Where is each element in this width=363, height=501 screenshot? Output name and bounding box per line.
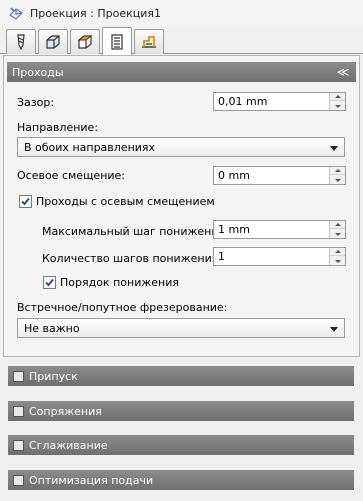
passes-panel: Проходы ≪ Зазор: 0,01 mm Направление: В …	[3, 55, 360, 357]
spin-up-icon[interactable]	[330, 167, 345, 175]
stepdown-count-value[interactable]: 1	[218, 250, 225, 263]
passes-section-title: Проходы	[12, 65, 64, 79]
spin-down-icon[interactable]	[330, 257, 345, 265]
stepdown-order-checkbox[interactable]	[43, 276, 56, 289]
axial-passes-label[interactable]: Проходы с осевым смещением	[36, 195, 215, 208]
axial-passes-checkbox[interactable]	[19, 195, 32, 208]
feed-optimization-section-title: Оптимизация подачи	[29, 473, 154, 487]
tab-links[interactable]	[134, 29, 164, 54]
stepdown-count-spin-arrows[interactable]	[329, 248, 345, 265]
axial-offset-spin-arrows[interactable]	[329, 167, 345, 184]
allowance-section-header[interactable]: Припуск	[8, 366, 354, 386]
tab-boundary[interactable]	[70, 29, 100, 54]
max-stepdown-spinbox[interactable]: 1 mm	[213, 220, 346, 239]
spin-up-icon[interactable]	[330, 221, 345, 229]
direction-label: Направление:	[17, 121, 99, 134]
axial-offset-spinbox[interactable]: 0 mm	[213, 166, 346, 185]
smoothing-section-checkbox[interactable]	[13, 439, 24, 451]
dropdown-arrow-icon	[330, 327, 338, 332]
axial-offset-label: Осевое смещение:	[17, 169, 126, 182]
title-bar: Проекция : Проекция1	[0, 0, 363, 26]
max-stepdown-value[interactable]: 1 mm	[218, 223, 250, 236]
window-title: Проекция : Проекция1	[30, 6, 161, 20]
gap-value[interactable]: 0,01 mm	[218, 95, 267, 108]
smoothing-section-title: Сглаживание	[29, 438, 108, 452]
spin-down-icon[interactable]	[330, 102, 345, 110]
allowance-section-title: Припуск	[29, 369, 78, 383]
fillets-section-header[interactable]: Сопряжения	[8, 401, 354, 421]
tab-parameters[interactable]	[102, 27, 132, 55]
tab-bar	[0, 26, 363, 55]
fillets-section-title: Сопряжения	[29, 404, 102, 418]
allowance-section-checkbox[interactable]	[13, 370, 24, 382]
milling-label: Встречное/попутное фрезерование:	[17, 301, 228, 314]
stepdown-count-label: Количество шагов понижения:	[42, 252, 223, 265]
spin-down-icon[interactable]	[330, 230, 345, 238]
direction-value: В обоих направлениях	[24, 141, 156, 154]
checkmark-icon	[21, 197, 30, 206]
max-stepdown-label: Максимальный шаг понижения:	[42, 225, 229, 238]
tool-icon	[17, 34, 25, 51]
parameters-icon	[111, 33, 123, 50]
axial-offset-value[interactable]: 0 mm	[218, 169, 250, 182]
passes-section-header[interactable]: Проходы ≪	[7, 62, 356, 82]
smoothing-section-header[interactable]: Сглаживание	[8, 435, 354, 455]
milling-value: Не важно	[24, 322, 80, 335]
projection-operation-icon	[9, 7, 23, 20]
dropdown-arrow-icon	[330, 146, 338, 151]
gap-spinbox[interactable]: 0,01 mm	[213, 92, 346, 111]
collapse-chevron-icon[interactable]: ≪	[336, 65, 350, 79]
stepdown-count-spinbox[interactable]: 1	[213, 247, 346, 266]
feed-optimization-section-checkbox[interactable]	[13, 474, 24, 486]
max-stepdown-spin-arrows[interactable]	[329, 221, 345, 238]
gap-label: Зазор:	[17, 96, 55, 109]
gap-spin-arrows[interactable]	[329, 93, 345, 110]
fillets-section-checkbox[interactable]	[13, 405, 24, 417]
spin-up-icon[interactable]	[330, 93, 345, 101]
spin-up-icon[interactable]	[330, 248, 345, 256]
milling-select[interactable]: Не важно	[17, 318, 345, 338]
stepdown-order-label[interactable]: Порядок понижения	[60, 276, 179, 289]
boundary-box-icon	[77, 35, 93, 49]
stock-box-icon	[46, 35, 60, 49]
spin-down-icon[interactable]	[330, 176, 345, 184]
tab-tool[interactable]	[6, 29, 36, 54]
tab-stock[interactable]	[38, 29, 68, 54]
feed-optimization-section-header[interactable]: Оптимизация подачи	[8, 470, 354, 490]
links-icon	[142, 36, 156, 48]
direction-select[interactable]: В обоих направлениях	[17, 137, 345, 157]
checkmark-icon	[45, 278, 54, 287]
